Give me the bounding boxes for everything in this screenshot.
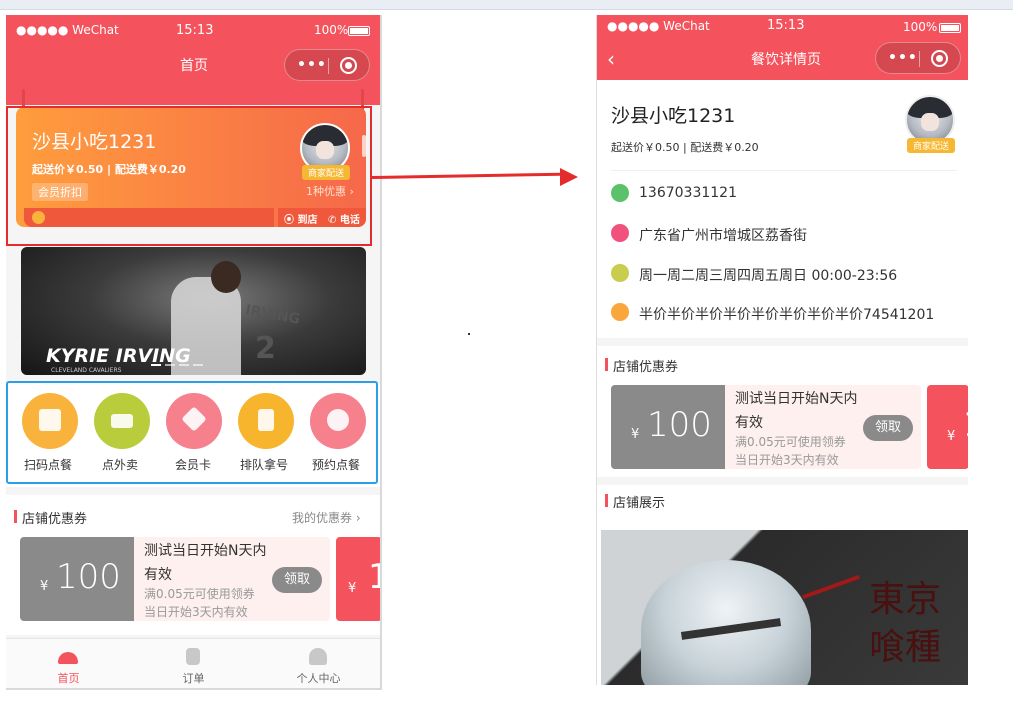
shop-fees: 起送价￥0.50 | 配送费￥0.20 [611, 141, 759, 154]
close-mini-program-icon[interactable] [931, 50, 948, 67]
tab-label: 首页 [57, 672, 80, 685]
detail-header: ●●●●● WeChat 15:13 100% ‹ 餐饮详情页 ••• [597, 15, 968, 80]
status-carrier: ●●●●● WeChat [16, 23, 119, 37]
section-marker [605, 494, 608, 507]
section-gap [597, 338, 968, 346]
close-mini-program-icon[interactable] [340, 57, 357, 74]
tab-orders[interactable]: 订单 [131, 639, 256, 688]
page-title: 餐饮详情页 [751, 52, 821, 68]
banner-indicator[interactable] [151, 364, 211, 366]
capsule-divider [328, 58, 329, 74]
annotation-arrow [371, 172, 568, 179]
banner-subtitle: CLEVELAND CAVALIERS [51, 367, 122, 374]
my-coupons-link[interactable]: 我的优惠券 › [292, 509, 361, 526]
info-hours: 周一周二周三周四周五周日 00:00-23:56 [611, 263, 961, 285]
coupon-validity: 当日开始3天内有效 [144, 605, 248, 619]
divider [611, 170, 957, 171]
status-time: 15:13 [767, 18, 805, 33]
banner-jersey-number: 2 [255, 331, 276, 366]
showcase-title-2: 喰種 [869, 627, 942, 668]
home-header: ●●●●● WeChat 15:13 100% 首页 ••• [6, 15, 380, 105]
coupon-currency: ¥ [40, 579, 49, 594]
delivery-tag: 商家配送 [907, 138, 955, 153]
info-phone-text: 13670331121 [639, 185, 737, 201]
showcase-blood-splash [802, 574, 860, 600]
stray-dot [468, 333, 470, 335]
time-icon [611, 264, 629, 282]
coupon-validity: 当日开始3天内有效 [735, 453, 839, 467]
coupon-next-currency: ¥ [947, 429, 956, 444]
tab-home[interactable]: 首页 [6, 639, 131, 688]
coupon-condition: 满0.05元可使用领券 [144, 587, 255, 601]
tab-label: 订单 [182, 672, 205, 685]
highlight-shop-card [6, 106, 372, 246]
showcase-image[interactable]: 東京 喰種 [601, 530, 968, 685]
home-icon [58, 652, 78, 664]
coupon-title: 测试当日开始N天内有效 [144, 543, 267, 583]
shop-name: 沙县小吃1231 [611, 105, 736, 127]
notice-icon [611, 303, 629, 321]
banner-jersey-name: IRVING [244, 302, 302, 328]
showcase-section-title: 店铺展示 [613, 496, 666, 511]
coupon-title: 测试当日开始N天内有效 [735, 391, 858, 431]
coupon-card: ¥ 100 测试当日开始N天内有效 满0.05元可使用领券 当日开始3天内有效 … [20, 537, 330, 621]
status-time: 15:13 [176, 23, 214, 38]
info-address[interactable]: 广东省广州市增城区荔香街 [611, 223, 961, 245]
coupon-section-title: 店铺优惠券 [22, 512, 88, 527]
coupon-card-next: ¥ 1 [336, 537, 380, 621]
more-icon[interactable]: ••• [888, 50, 918, 66]
section-gap [597, 477, 968, 485]
more-icon[interactable]: ••• [297, 57, 327, 73]
coupon-next-currency: ¥ [348, 581, 357, 596]
info-hours-text: 周一周二周三周四周五周日 00:00-23:56 [639, 268, 898, 284]
highlight-quick-actions [6, 381, 378, 484]
status-battery: 100% [314, 23, 349, 37]
page-title: 首页 [180, 58, 208, 74]
claim-coupon-button[interactable]: 领取 [272, 567, 322, 593]
info-address-text: 广东省广州市增城区荔香街 [639, 228, 807, 244]
back-icon[interactable]: ‹ [607, 47, 615, 71]
mini-program-capsule[interactable]: ••• [284, 49, 370, 81]
coupon-next-amount: 1 [368, 557, 380, 597]
coupon-amount: 100 [647, 405, 712, 445]
coupon-amount-block: ¥ 100 [20, 537, 134, 621]
tab-profile[interactable]: 个人中心 [256, 639, 380, 688]
banner-image[interactable]: IRVING 2 KYRIE IRVING CLEVELAND CAVALIER… [21, 247, 366, 375]
info-notice-text: 半价半价半价半价半价半价半价半价74541201 [639, 307, 935, 323]
coupon-section: 店铺优惠券 我的优惠券 › ¥ 100 测试当日开始N天内有效 满0.05元可使… [6, 495, 380, 635]
claim-coupon-button[interactable]: 领取 [863, 415, 913, 441]
showcase-character-hair [641, 560, 811, 685]
mini-program-capsule[interactable]: ••• [875, 42, 961, 74]
coupon-card: ¥ 100 测试当日开始N天内有效 满0.05元可使用领券 当日开始3天内有效 … [611, 385, 921, 469]
tab-label: 个人中心 [296, 672, 341, 685]
showcase-title-1: 東京 [869, 579, 942, 620]
tab-bar: 首页 订单 个人中心 [6, 638, 380, 688]
coupon-amount: 100 [56, 557, 121, 597]
section-marker [605, 358, 608, 371]
status-carrier: ●●●●● WeChat [607, 19, 710, 33]
coupon-amount-block: ¥ 100 [611, 385, 725, 469]
capsule-divider [919, 51, 920, 67]
status-battery: 100% [903, 20, 938, 34]
user-icon [309, 648, 327, 665]
info-notice: 半价半价半价半价半价半价半价半价74541201 [611, 302, 961, 324]
banner-player-head [211, 261, 241, 293]
location-icon [611, 224, 629, 242]
coupon-currency: ¥ [631, 427, 640, 442]
coupon-next-amount: 1 [963, 405, 968, 445]
section-marker [14, 510, 17, 523]
window-top-strip [0, 0, 1013, 10]
battery-icon [348, 26, 370, 36]
coupon-card-next: ¥ 1 [927, 385, 968, 469]
battery-icon [939, 23, 961, 33]
annotation-arrow-head [560, 168, 578, 186]
info-phone[interactable]: 13670331121 [611, 183, 961, 205]
detail-screen: ●●●●● WeChat 15:13 100% ‹ 餐饮详情页 ••• 沙县小吃… [596, 15, 968, 685]
order-icon [186, 648, 200, 665]
coupon-section-title: 店铺优惠券 [613, 360, 679, 375]
coupon-condition: 满0.05元可使用领券 [735, 435, 846, 449]
phone-icon [611, 184, 629, 202]
